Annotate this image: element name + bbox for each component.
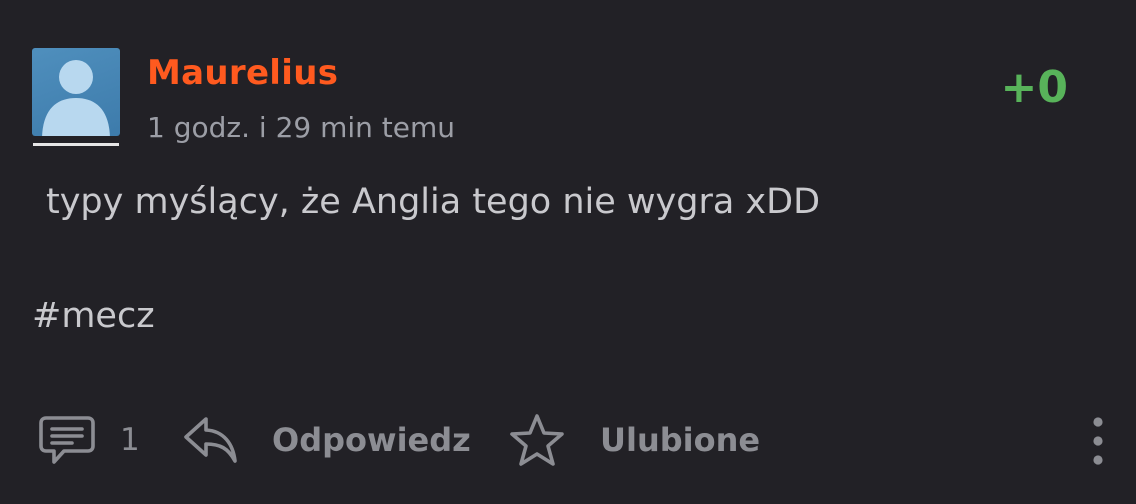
reply-button[interactable]: Odpowiedz — [182, 412, 471, 468]
entry-timestamp[interactable]: 1 godz. i 29 min temu — [147, 108, 455, 148]
reply-label: Odpowiedz — [272, 421, 471, 459]
more-vertical-icon — [1093, 417, 1103, 465]
reply-arrow-icon — [184, 417, 237, 463]
star-icon — [510, 414, 564, 466]
author-name[interactable]: Maurelius — [147, 50, 338, 96]
favorite-button[interactable]: Ulubione — [508, 412, 760, 468]
vote-score[interactable]: +0 — [1001, 60, 1068, 116]
default-avatar-icon — [42, 60, 110, 136]
comments-count: 1 — [120, 422, 140, 458]
avatar[interactable] — [32, 48, 120, 136]
entry-tag[interactable]: #mecz — [32, 292, 155, 340]
entry-body: typy myślący, że Anglia tego nie wygra x… — [46, 182, 821, 222]
avatar-underline — [33, 143, 119, 146]
more-options-button[interactable] — [1086, 414, 1110, 468]
comments-button[interactable]: 1 — [38, 412, 140, 468]
comment-bubble-icon — [39, 416, 95, 464]
favorite-label: Ulubione — [600, 421, 761, 459]
